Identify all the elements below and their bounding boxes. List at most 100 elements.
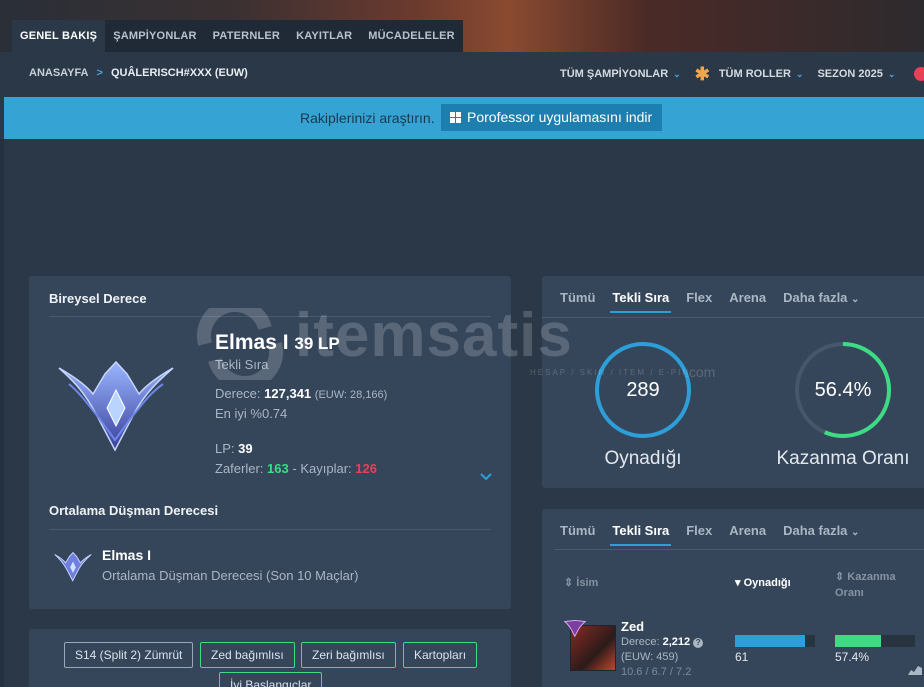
filters-bar: TÜM ŞAMPİYONLAR ⌄ ✱ TÜM ROLLER ⌄ SEZON 2… xyxy=(560,65,909,83)
tab-arena[interactable]: Arena xyxy=(729,523,766,546)
stats-queue-tabs: Tümü Tekli Sıra Flex Arena Daha fazla ⌄ xyxy=(560,290,876,313)
played-bar-fill xyxy=(735,635,806,647)
chevron-down-icon: ⌄ xyxy=(673,68,681,79)
tab-solo-queue[interactable]: Tekli Sıra xyxy=(610,523,672,546)
tags-card: S14 (Split 2) Zümrüt Zed bağımlısı Zeri … xyxy=(29,629,511,687)
winrate-label: Kazanma Oranı xyxy=(776,448,910,469)
tab-all[interactable]: Tümü xyxy=(560,523,595,546)
games-played-value: 289 xyxy=(626,379,660,401)
tab-more-label: Daha fazla xyxy=(783,523,848,538)
tab-solo-queue[interactable]: Tekli Sıra xyxy=(610,290,672,313)
avg-enemy-crest-icon xyxy=(54,551,92,582)
diamond-rank-crest-icon xyxy=(58,360,174,452)
tab-patterns[interactable]: PATERNLER xyxy=(205,20,288,52)
champion-region-rank: (EUW: 459) xyxy=(621,651,679,663)
wins-label: Zaferler: xyxy=(215,461,264,476)
lp-value: 39 xyxy=(238,441,253,456)
rank-queue: Tekli Sıra xyxy=(215,357,269,372)
solo-rank-card: Bireysel Derece Elmas I 39 LP Tekli Sıra… xyxy=(29,276,511,609)
column-header-played-label: Oynadığı xyxy=(743,577,791,589)
tab-more[interactable]: Daha fazla ⌄ xyxy=(783,290,859,313)
champion-winrate: 57.4% xyxy=(835,650,870,664)
season-filter-label: SEZON 2025 xyxy=(817,68,883,80)
lp-line: LP: 39 xyxy=(215,441,253,456)
tab-records[interactable]: KAYITLAR xyxy=(288,20,360,52)
champion-kda: 10.6 / 6.7 / 7.2 xyxy=(621,666,692,678)
wins-losses: Zaferler: 163 - Kayıplar: 126 xyxy=(215,461,377,476)
ladder-rank-region: (EUW: 28,166) xyxy=(314,389,388,401)
ladder-rank-value: 127,341 xyxy=(264,386,312,401)
rank-tier-name: Elmas I xyxy=(215,331,289,354)
promo-text: Rakiplerinizi araştırın. xyxy=(300,110,435,126)
tab-champions[interactable]: ŞAMPİYONLAR xyxy=(105,20,204,52)
divider xyxy=(49,316,491,317)
champion-rank-value: 2,212 xyxy=(662,636,691,648)
tab-flex[interactable]: Flex xyxy=(686,523,712,546)
games-played-label: Oynadığı xyxy=(604,448,682,469)
champion-rank-crest-icon xyxy=(564,619,586,637)
divider xyxy=(542,317,924,318)
sub-navigation: ANASAYFA > QUÂLERISCH#XXX (EUW) TÜM ŞAMP… xyxy=(0,52,924,97)
windows-icon xyxy=(450,112,462,124)
wins-losses-separator: - xyxy=(292,461,297,476)
rank-lp: 39 LP xyxy=(294,334,340,353)
avg-enemy-title: Ortalama Düşman Derecesi xyxy=(49,503,219,518)
live-indicator-icon[interactable] xyxy=(914,67,924,81)
losses-label: Kayıplar: xyxy=(300,461,352,476)
winrate-bar-track xyxy=(835,635,915,647)
divider xyxy=(49,529,491,530)
champion-filter[interactable]: TÜM ŞAMPİYONLAR ⌄ xyxy=(560,68,681,80)
tab-arena[interactable]: Arena xyxy=(729,290,766,313)
tag-good-starts[interactable]: İyi Başlangıçlar xyxy=(219,672,323,687)
tab-flex[interactable]: Flex xyxy=(686,290,712,313)
chevron-down-icon: ⌄ xyxy=(851,527,860,538)
avg-enemy-desc: Ortalama Düşman Derecesi (Son 10 Maçlar) xyxy=(102,568,359,583)
played-bar-track xyxy=(735,635,815,647)
all-roles-icon: ✱ xyxy=(694,64,710,84)
sort-icon: ⇕ xyxy=(835,571,845,583)
breadcrumb: ANASAYFA > QUÂLERISCH#XXX (EUW) xyxy=(29,67,248,79)
column-header-name[interactable]: ⇕ İsim xyxy=(564,576,598,589)
chevron-down-icon: ⌄ xyxy=(851,294,860,305)
tag-zeri-addict[interactable]: Zeri bağımlısı xyxy=(301,642,396,668)
tab-challenges[interactable]: MÜCADELELER xyxy=(360,20,463,52)
column-header-winrate[interactable]: ⇕ Kazanma Oranı xyxy=(835,569,896,601)
tag-zed-addict[interactable]: Zed bağımlısı xyxy=(200,642,295,668)
divider xyxy=(554,549,924,550)
ladder-rank-label: Derece: xyxy=(215,386,261,401)
column-header-played[interactable]: ▾ Oynadığı xyxy=(735,576,791,589)
played-count: 61 xyxy=(735,650,749,664)
help-icon[interactable]: ? xyxy=(693,638,704,648)
column-header-name-label: İsim xyxy=(576,577,599,589)
tag-season-rank[interactable]: S14 (Split 2) Zümrüt xyxy=(64,642,194,668)
breadcrumb-home[interactable]: ANASAYFA xyxy=(29,67,89,79)
solo-rank-title: Bireysel Derece xyxy=(49,291,147,306)
winrate-value: 56.4% xyxy=(814,379,872,401)
tab-more[interactable]: Daha fazla ⌄ xyxy=(783,523,859,546)
avg-enemy-tier: Elmas I xyxy=(102,547,152,563)
tag-snowball[interactable]: Kartopları xyxy=(403,642,478,668)
left-edge xyxy=(0,139,4,687)
promo-bar: Rakiplerinizi araştırın. Porofessor uygu… xyxy=(4,97,924,139)
lp-label: LP: xyxy=(215,441,235,456)
tab-all[interactable]: Tümü xyxy=(560,290,595,313)
column-header-winrate-line2: Oranı xyxy=(835,587,864,599)
champion-name[interactable]: Zed xyxy=(621,619,644,634)
trend-graph-icon[interactable] xyxy=(908,663,922,675)
winrate-bar-fill xyxy=(835,635,881,647)
chevron-down-icon: ⌄ xyxy=(795,68,804,79)
table-row[interactable]: Zed Derece: 2,212 ? (EUW: 459) 10.6 / 6.… xyxy=(542,617,924,681)
breadcrumb-current: QUÂLERISCH#XXX (EUW) xyxy=(110,67,248,79)
expand-chevron-icon[interactable] xyxy=(479,472,493,482)
champion-queue-tabs: Tümü Tekli Sıra Flex Arena Daha fazla ⌄ xyxy=(560,523,876,546)
sort-icon: ⇕ xyxy=(564,577,574,589)
season-filter[interactable]: SEZON 2025 ⌄ xyxy=(817,68,895,80)
champion-rank-label: Derece: xyxy=(621,636,660,648)
download-app-label: Porofessor uygulamasını indir xyxy=(467,109,653,125)
role-filter[interactable]: ✱ TÜM ROLLER ⌄ xyxy=(695,65,804,83)
sort-desc-icon: ▾ xyxy=(735,577,741,589)
role-filter-label: TÜM ROLLER xyxy=(718,68,791,80)
tab-overview[interactable]: GENEL BAKIŞ xyxy=(12,20,106,52)
champion-table-card: Tümü Tekli Sıra Flex Arena Daha fazla ⌄ … xyxy=(542,509,924,687)
download-app-button[interactable]: Porofessor uygulamasını indir xyxy=(441,104,663,131)
